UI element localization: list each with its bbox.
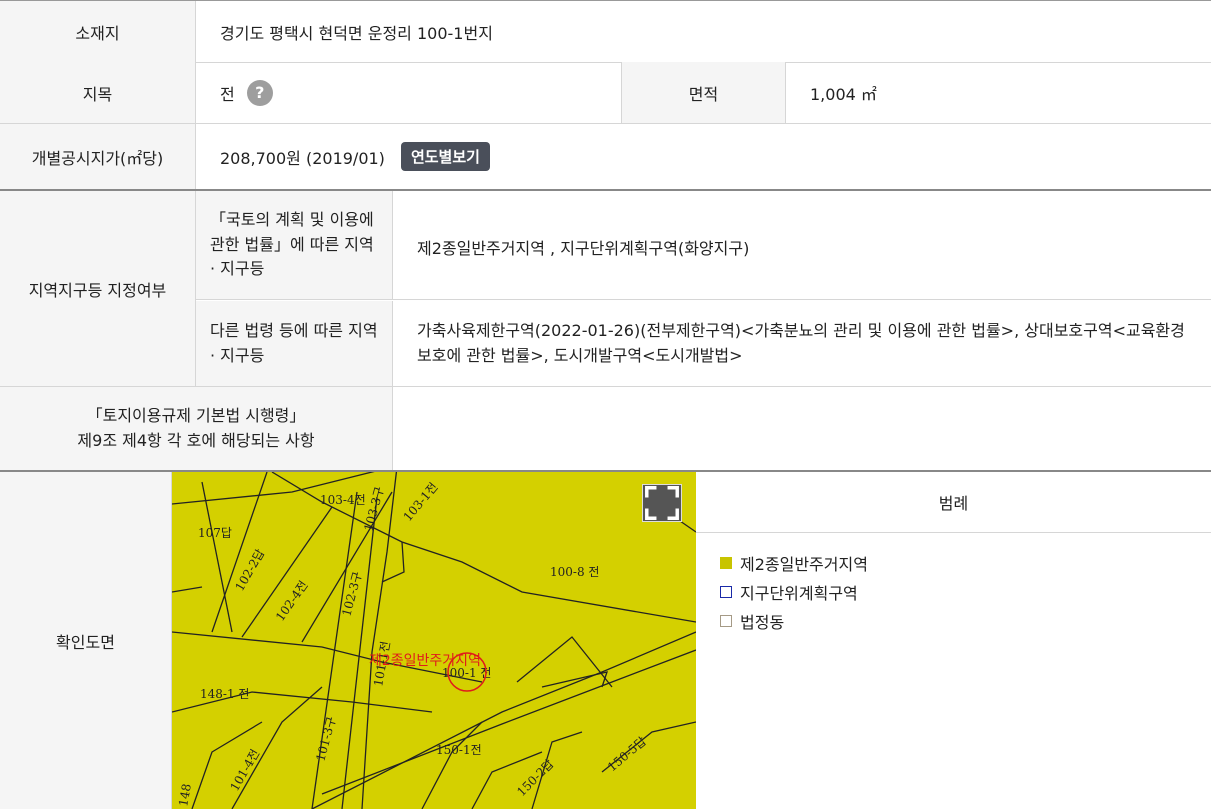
svg-text:150-1전: 150-1전 xyxy=(436,743,482,757)
svg-text:148: 148 xyxy=(176,783,194,808)
zoning-sub2-value: 가축사육제한구역(2022-01-26)(전부제한구역)<가축분뇨의 관리 및 … xyxy=(417,320,1185,365)
location-label: 소재지 xyxy=(0,1,196,62)
map-label: 확인도면 xyxy=(0,472,172,809)
svg-text:100-8 전: 100-8 전 xyxy=(550,565,599,579)
price-value-cell: 208,700원 (2019/01) 연도별보기 xyxy=(196,124,1211,189)
svg-text:102-2답: 102-2답 xyxy=(232,547,267,594)
dong-swatch-icon xyxy=(720,614,732,627)
svg-text:101-3구: 101-3구 xyxy=(313,715,338,763)
enforcement-label: 「토지이용규제 기본법 시행령」 제9조 제4항 각 호에 해당되는 사항 xyxy=(0,387,393,470)
svg-text:150-2답: 150-2답 xyxy=(514,757,556,799)
svg-text:103-4전: 103-4전 xyxy=(320,493,366,507)
price-value: 208,700원 (2019/01) xyxy=(220,148,385,168)
legend-label: 지구단위계획구역 xyxy=(740,583,858,603)
zoning-sub2-label: 다른 법령 등에 따른 지역 · 지구등 xyxy=(196,301,393,386)
svg-text:103-1전: 103-1전 xyxy=(401,480,441,524)
svg-text:150-5답: 150-5답 xyxy=(605,734,649,774)
map-legend: 제2종일반주거지역 지구단위계획구역 법정동 xyxy=(720,548,868,635)
area-label: 면적 xyxy=(622,62,786,123)
fullscreen-icon xyxy=(645,486,679,520)
enforcement-value xyxy=(393,387,1211,470)
yearly-view-button[interactable]: 연도별보기 xyxy=(400,142,490,171)
legend-item-zone: 제2종일반주거지역 xyxy=(720,548,868,577)
fullscreen-button[interactable] xyxy=(642,484,682,522)
row-category: 지목 전 ? 면적 1,004 ㎡ xyxy=(0,62,1211,124)
cadastral-map[interactable]: 103-4전 103-3구 103-1전 107답 102-2답 102-4전 … xyxy=(172,472,696,809)
zoning-sub1-label: 「국토의 계획 및 이용에 관한 법률」에 따른 지역 · 지구등 xyxy=(196,191,393,300)
legend-label: 제2종일반주거지역 xyxy=(740,554,868,574)
land-use-info-table: 소재지 경기도 평택시 현덕면 운정리 100-1번지 지목 전 ? 면적 1,… xyxy=(0,0,1211,809)
legend-item-dong: 법정동 xyxy=(720,606,868,635)
category-value-cell: 전 ? xyxy=(196,62,622,123)
legend-item-district: 지구단위계획구역 xyxy=(720,577,868,606)
category-value: 전 xyxy=(220,84,235,104)
location-value: 경기도 평택시 현덕면 운정리 100-1번지 xyxy=(220,23,493,43)
area-value: 1,004 ㎡ xyxy=(810,84,877,104)
svg-text:148-1 전: 148-1 전 xyxy=(200,687,249,701)
row-location: 소재지 경기도 평택시 현덕면 운정리 100-1번지 xyxy=(0,0,1211,63)
district-swatch-icon xyxy=(720,585,732,598)
enforcement-label-line2: 제9조 제4항 각 호에 해당되는 사항 xyxy=(77,430,315,450)
zoning-label: 지역지구등 지정여부 xyxy=(0,191,196,386)
svg-text:107답: 107답 xyxy=(198,526,232,540)
svg-text:제2종일반주거지역: 제2종일반주거지역 xyxy=(369,653,481,669)
legend-label: 법정동 xyxy=(740,612,785,632)
map-drawing: 103-4전 103-3구 103-1전 107답 102-2답 102-4전 … xyxy=(172,472,696,809)
zoning-sub1-value: 제2종일반주거지역 , 지구단위계획구역(화양지구) xyxy=(393,191,1211,300)
category-label: 지목 xyxy=(0,62,196,123)
row-zoning: 지역지구등 지정여부 「국토의 계획 및 이용에 관한 법률」에 따른 지역 ·… xyxy=(0,191,1211,387)
zone-swatch-icon xyxy=(720,556,732,569)
help-icon[interactable]: ? xyxy=(246,79,273,106)
enforcement-label-line1: 「토지이용규제 기본법 시행령」 xyxy=(86,405,306,425)
row-enforcement: 「토지이용규제 기본법 시행령」 제9조 제4항 각 호에 해당되는 사항 xyxy=(0,387,1211,472)
legend-title: 범례 xyxy=(696,472,1211,533)
price-label: 개별공시지가(㎡당) xyxy=(0,124,196,189)
row-price: 개별공시지가(㎡당) 208,700원 (2019/01) 연도별보기 xyxy=(0,124,1211,191)
